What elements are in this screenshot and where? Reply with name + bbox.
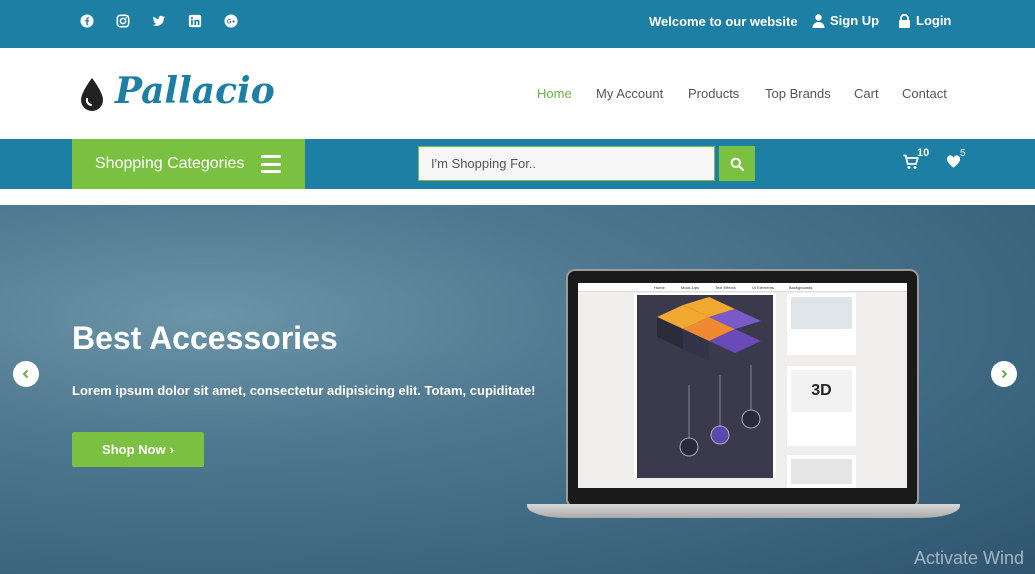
lock-icon [899, 13, 910, 28]
hamburger-icon[interactable] [261, 155, 281, 173]
categories-label: Shopping Categories [95, 155, 245, 172]
search-button[interactable] [719, 146, 755, 181]
screen-poster-card [634, 293, 776, 478]
screen-nav-item: Mock-Ups [681, 285, 700, 290]
slider-prev-button[interactable] [13, 361, 39, 387]
nav-top-brands[interactable]: Top Brands [765, 86, 831, 101]
chevron-right-icon [1001, 369, 1008, 379]
google-plus-icon[interactable]: G+ [223, 13, 239, 29]
nav-products[interactable]: Products [688, 86, 739, 101]
user-icon [812, 13, 825, 28]
slider-next-button[interactable] [991, 361, 1017, 387]
signup-label: Sign Up [830, 13, 880, 28]
linkedin-icon[interactable] [187, 13, 203, 29]
welcome-text: Welcome to our website [649, 14, 798, 29]
screen-nav-item: Text Effects [715, 285, 736, 290]
svg-text:G+: G+ [227, 19, 236, 26]
laptop-base [527, 504, 960, 518]
spacer [0, 189, 1035, 205]
chevron-right-icon: › [169, 442, 174, 457]
screen-card: 3D [787, 366, 856, 446]
screen-card [787, 293, 856, 355]
logo-drop-icon [81, 78, 103, 111]
screen-navbar: Home Mock-Ups Text Effects UI Elements B… [578, 283, 907, 292]
instagram-icon[interactable] [115, 13, 131, 29]
heart-icon [946, 155, 961, 168]
login-link[interactable]: Login [898, 13, 951, 28]
activation-watermark: Activate Wind [914, 548, 1025, 568]
search-icon [730, 157, 744, 171]
nav-contact[interactable]: Contact [902, 86, 947, 101]
nav-home[interactable]: Home [537, 86, 572, 101]
screen-nav-item: UI Elements [752, 285, 774, 290]
facebook-icon[interactable] [79, 13, 95, 29]
wishlist-count: 5 [960, 148, 966, 159]
search-input[interactable] [418, 146, 715, 181]
cart-count: 10 [917, 147, 930, 159]
signup-link[interactable]: Sign Up [812, 13, 879, 28]
nav-cart[interactable]: Cart [854, 86, 879, 101]
wishlist-button[interactable] [946, 154, 961, 174]
screen-poster [637, 295, 773, 478]
screen-card [787, 455, 856, 488]
twitter-icon[interactable] [151, 13, 167, 29]
laptop-screen: Home Mock-Ups Text Effects UI Elements B… [578, 283, 907, 488]
screen-nav-item: Home [654, 285, 665, 290]
chevron-left-icon [22, 369, 29, 379]
hero-title: Best Accessories [72, 320, 338, 356]
login-label: Login [916, 13, 952, 28]
hero-subtitle: Lorem ipsum dolor sit amet, consectetur … [72, 383, 536, 398]
shop-now-button[interactable]: Shop Now › [72, 432, 204, 467]
nav-my-account[interactable]: My Account [596, 86, 663, 101]
screen-nav-item: Backgrounds [789, 285, 813, 290]
shop-now-label: Shop Now [102, 442, 166, 457]
logo-text[interactable]: Pallacio [115, 70, 275, 112]
